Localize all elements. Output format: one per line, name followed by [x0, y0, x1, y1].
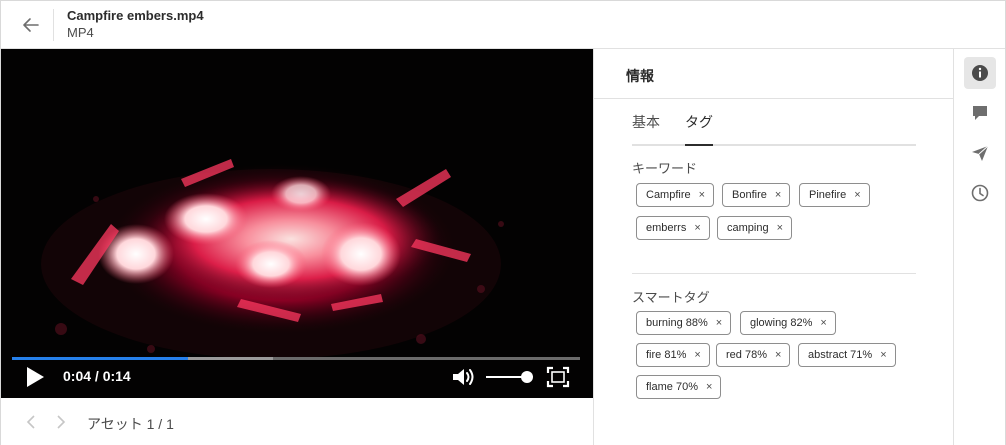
- info-icon: [972, 65, 988, 81]
- mute-button[interactable]: [450, 364, 478, 390]
- tag-label: flame 70%: [646, 381, 698, 393]
- history-icon: [971, 184, 989, 202]
- keyword-tag: Pinefire ×: [799, 183, 870, 207]
- remove-tag-button[interactable]: ×: [694, 222, 700, 234]
- keyword-tag: emberrs ×: [636, 216, 710, 240]
- tag-label: camping: [727, 222, 769, 234]
- tag-label: burning 88%: [646, 317, 708, 329]
- share-rail-button[interactable]: [964, 137, 996, 169]
- keywords-label: キーワード: [632, 161, 698, 176]
- keyword-tag: camping ×: [717, 216, 793, 240]
- panel-tabs: 基本 タグ: [632, 101, 916, 146]
- video-frame: [1, 49, 593, 398]
- remove-tag-button[interactable]: ×: [880, 349, 886, 361]
- remove-tag-button[interactable]: ×: [777, 222, 783, 234]
- smart-tag: red 78% ×: [716, 343, 791, 367]
- tag-label: Campfire: [646, 189, 691, 201]
- chevron-left-icon: [26, 415, 35, 429]
- play-icon: [27, 367, 44, 387]
- video-player[interactable]: 0:04 / 0:14: [1, 49, 593, 398]
- info-rail-button[interactable]: [964, 57, 996, 89]
- remove-tag-button[interactable]: ×: [820, 317, 826, 329]
- remove-tag-button[interactable]: ×: [716, 317, 722, 329]
- remove-tag-button[interactable]: ×: [854, 189, 860, 201]
- asset-details-view: Campfire embers.mp4 MP4 0:04 / 0:14 アセット…: [0, 0, 1006, 445]
- smart-tag: glowing 82% ×: [740, 311, 836, 335]
- previous-asset-button[interactable]: [21, 412, 41, 432]
- fullscreen-icon: [546, 366, 570, 388]
- remove-tag-button[interactable]: ×: [775, 189, 781, 201]
- tab-tags[interactable]: タグ: [685, 113, 713, 146]
- tag-label: red 78%: [726, 349, 767, 361]
- arrow-left-icon: [23, 18, 39, 32]
- tag-label: emberrs: [646, 222, 687, 234]
- back-button[interactable]: [15, 9, 47, 41]
- smart-tag: abstract 71% ×: [798, 343, 896, 367]
- fullscreen-button[interactable]: [545, 364, 571, 390]
- time-display: 0:04 / 0:14: [63, 368, 131, 384]
- header-divider: [53, 9, 54, 41]
- remove-tag-button[interactable]: ×: [706, 381, 712, 393]
- progress-bar[interactable]: [12, 357, 580, 360]
- file-title: Campfire embers.mp4: [67, 8, 204, 23]
- tag-label: Pinefire: [809, 189, 847, 201]
- file-type: MP4: [67, 25, 94, 40]
- chevron-right-icon: [57, 415, 66, 429]
- info-panel: 情報 基本 タグ キーワード Campfire × Bonfire × Pinefi…: [593, 49, 953, 445]
- tag-label: abstract 71%: [808, 349, 873, 361]
- keyword-tag: Campfire ×: [636, 183, 715, 207]
- remove-tag-button[interactable]: ×: [775, 349, 781, 361]
- section-divider: [632, 273, 916, 274]
- title-block: Campfire embers.mp4 MP4: [67, 8, 204, 42]
- comments-rail-button[interactable]: [964, 97, 996, 129]
- tag-label: fire 81%: [646, 349, 687, 361]
- smart-tag: flame 70% ×: [636, 375, 722, 399]
- progress-played: [12, 357, 189, 360]
- tab-basic[interactable]: 基本: [632, 113, 660, 143]
- header-bar: Campfire embers.mp4 MP4: [1, 1, 1005, 49]
- next-asset-button[interactable]: [51, 412, 71, 432]
- history-rail-button[interactable]: [964, 177, 996, 209]
- remove-tag-button[interactable]: ×: [694, 349, 700, 361]
- tag-label: glowing 82%: [750, 317, 813, 329]
- remove-tag-button[interactable]: ×: [699, 189, 705, 201]
- keyword-tag: Bonfire ×: [722, 183, 791, 207]
- side-rail: [953, 49, 1005, 445]
- asset-navigation: アセット 1 / 1: [1, 398, 593, 445]
- panel-title: 情報: [626, 68, 654, 84]
- smart-tag: burning 88% ×: [636, 311, 732, 335]
- asset-counter: アセット 1 / 1: [87, 416, 174, 432]
- tag-label: Bonfire: [732, 189, 767, 201]
- send-icon: [972, 145, 989, 161]
- panel-header: 情報: [594, 49, 953, 99]
- comment-icon: [973, 106, 987, 120]
- play-button[interactable]: [21, 365, 49, 389]
- smart-tag: fire 81% ×: [636, 343, 710, 367]
- volume-icon: [453, 369, 474, 385]
- smart-tags-label: スマートタグ: [632, 290, 710, 305]
